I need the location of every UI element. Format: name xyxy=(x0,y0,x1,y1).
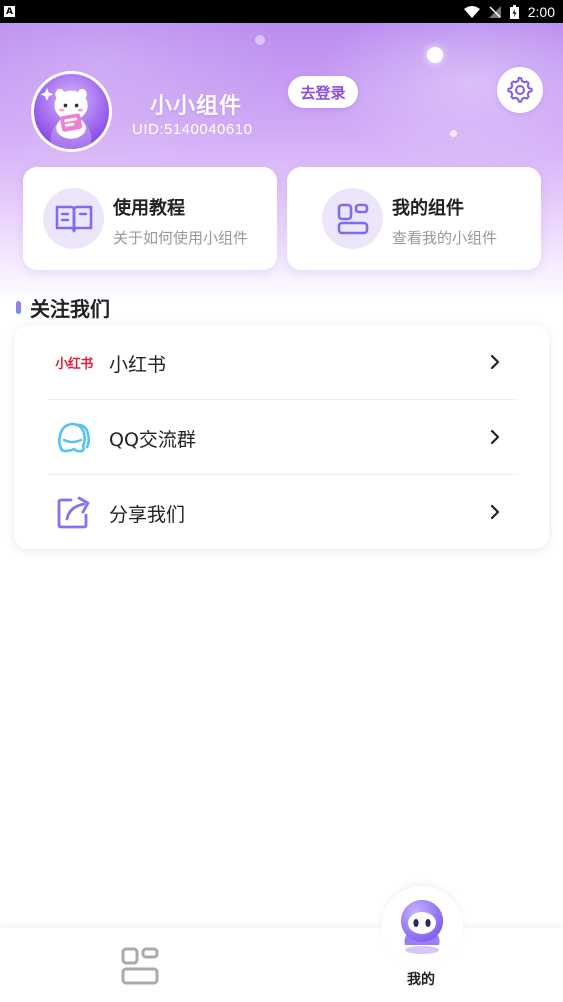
login-button[interactable]: 去登录 xyxy=(288,76,358,108)
status-time: 2:00 xyxy=(527,3,555,20)
status-bar: A 2:00 xyxy=(0,0,563,23)
bottom-nav xyxy=(0,928,563,1002)
nav-item-mine-label[interactable]: 我的 xyxy=(407,969,435,989)
nav-item-widgets[interactable] xyxy=(118,946,162,986)
wifi-icon xyxy=(463,5,480,18)
list-item-share[interactable]: 分享我们 xyxy=(14,475,549,549)
follow-us-list: 小红书 小红书 QQ交流群 分享我们 xyxy=(14,325,549,549)
widgets-icon-wrap xyxy=(322,188,383,249)
decorative-bubble xyxy=(427,47,443,63)
gear-icon xyxy=(507,76,533,103)
my-widgets-card[interactable]: 我的组件 查看我的小组件 xyxy=(287,167,541,270)
chevron-right-icon xyxy=(490,504,500,520)
share-icon xyxy=(57,496,90,529)
settings-button[interactable] xyxy=(497,67,543,113)
section-marker xyxy=(16,301,21,314)
widgets-icon xyxy=(337,203,368,234)
avatar-image xyxy=(40,87,92,149)
list-item-qq-group[interactable]: QQ交流群 xyxy=(14,400,549,474)
xiaohongshu-logo: 小红书 xyxy=(52,344,96,380)
tutorial-card-subtitle: 关于如何使用小组件 xyxy=(113,229,249,247)
section-title: 关注我们 xyxy=(30,297,110,321)
tutorial-card-title: 使用教程 xyxy=(113,198,185,219)
user-id: UID:5140040610 xyxy=(132,121,253,138)
my-widgets-card-subtitle: 查看我的小组件 xyxy=(392,229,498,247)
widgets-icon xyxy=(121,947,159,985)
book-icon xyxy=(55,205,92,232)
decorative-bubble xyxy=(255,35,265,45)
username: 小小组件 xyxy=(150,94,243,119)
robot-avatar-icon[interactable] xyxy=(395,897,449,955)
tutorial-card[interactable]: 使用教程 关于如何使用小组件 xyxy=(23,167,277,270)
list-item-xiaohongshu[interactable]: 小红书 小红书 xyxy=(14,325,549,399)
xiaohongshu-logo-text: 小红书 xyxy=(55,356,93,372)
notification-icon: A xyxy=(4,6,15,17)
battery-icon xyxy=(509,4,519,19)
chevron-right-icon xyxy=(490,354,500,370)
list-item-label: 分享我们 xyxy=(109,504,186,526)
book-icon-wrap xyxy=(43,188,104,249)
no-signal-icon xyxy=(488,5,501,18)
list-item-label: 小红书 xyxy=(109,354,167,376)
qq-icon xyxy=(57,422,91,453)
decorative-bubble xyxy=(450,130,457,137)
my-widgets-card-title: 我的组件 xyxy=(392,198,464,219)
share-icon-wrap xyxy=(52,494,96,530)
chevron-right-icon xyxy=(490,429,500,445)
avatar[interactable] xyxy=(31,71,112,152)
list-item-label: QQ交流群 xyxy=(109,429,196,451)
qq-icon-wrap xyxy=(52,419,96,455)
